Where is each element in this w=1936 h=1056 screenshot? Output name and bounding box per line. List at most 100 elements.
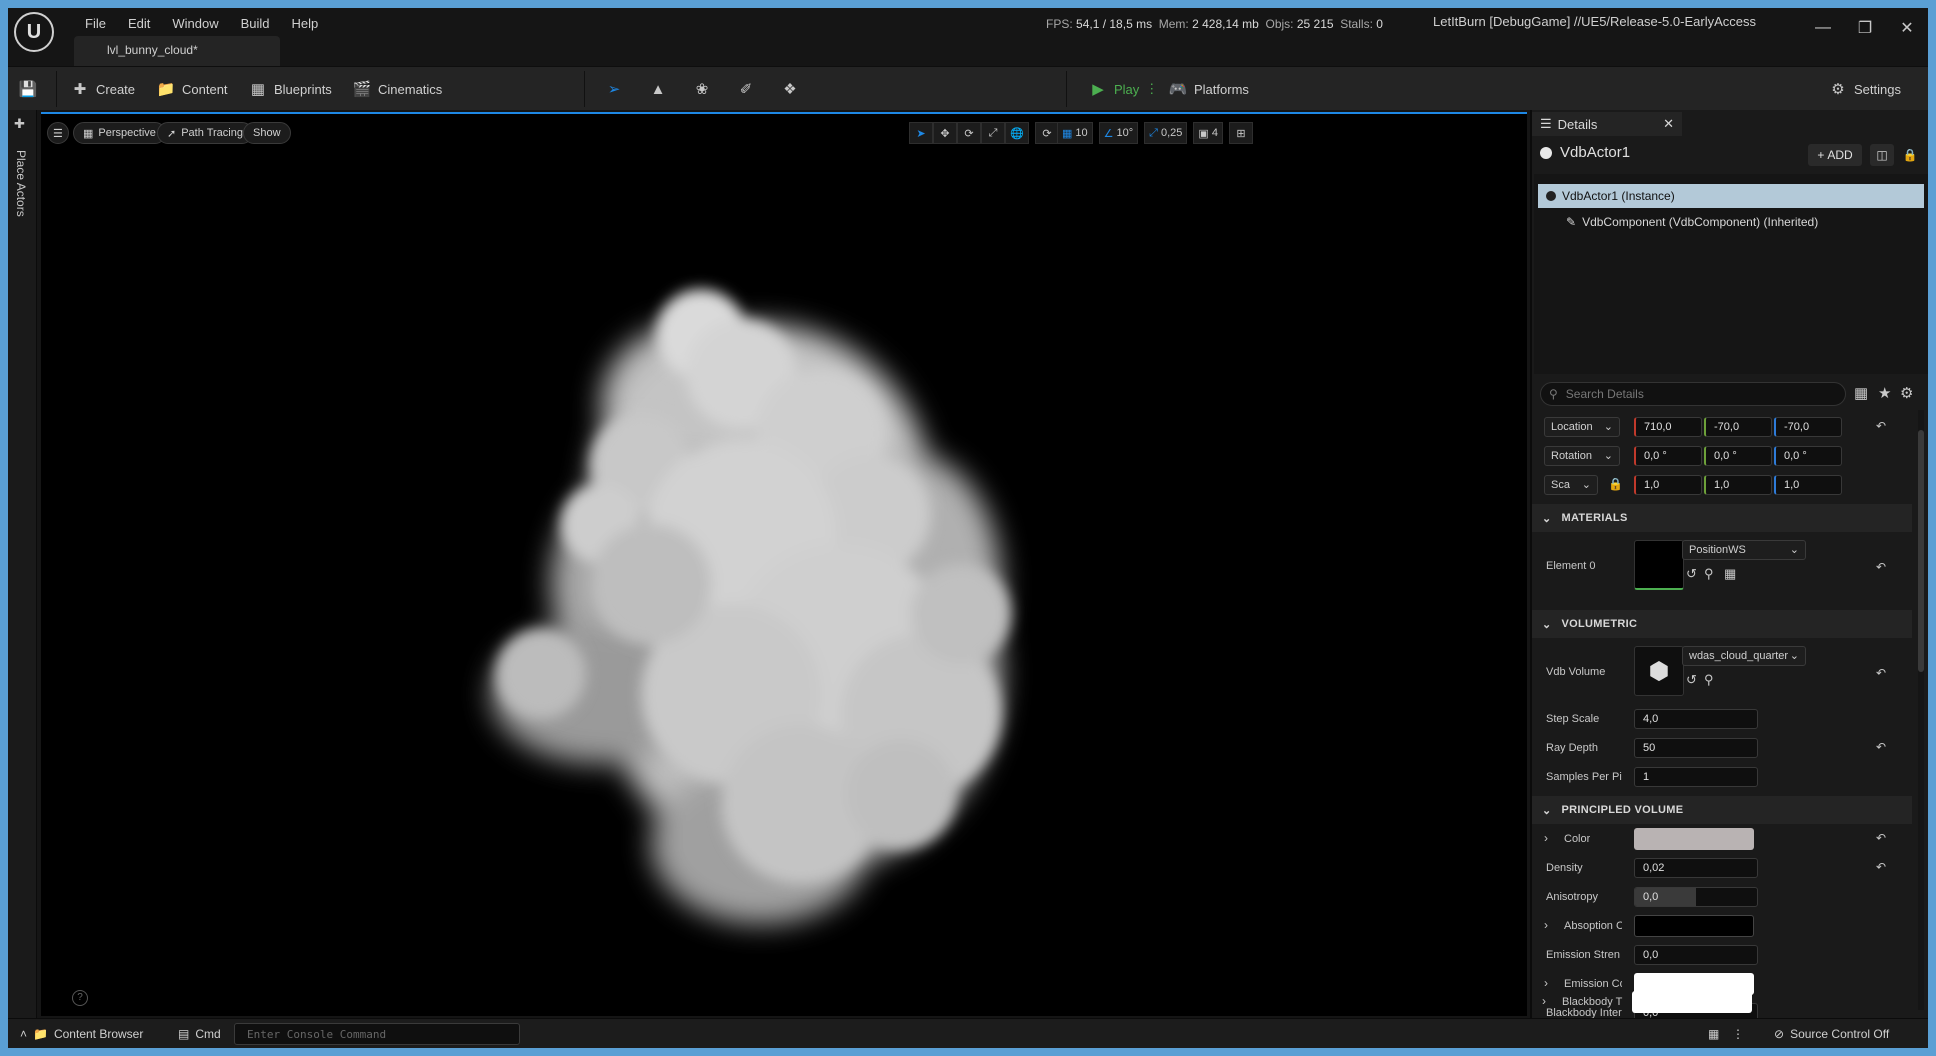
materials-section-header[interactable]: ⌄ MATERIALS: [1532, 504, 1912, 532]
cinematics-button[interactable]: 🎬 Cinematics: [352, 67, 443, 111]
principled-volume-section-header[interactable]: ⌄ PRINCIPLED VOLUME: [1532, 796, 1912, 824]
content-button[interactable]: 📁 Content: [156, 67, 228, 111]
favorite-star-icon[interactable]: ★: [1878, 384, 1891, 402]
rotation-z-field[interactable]: 0,0 °: [1774, 446, 1842, 466]
menu-window[interactable]: Window: [161, 12, 229, 35]
console-command-input[interactable]: Enter Console Command: [234, 1023, 520, 1045]
level-tab[interactable]: lvl_bunny_cloud*: [74, 36, 280, 66]
details-scrollbar[interactable]: [1918, 410, 1924, 1010]
rotation-x-field[interactable]: 0,0 °: [1634, 446, 1702, 466]
close-icon[interactable]: ✕: [1886, 8, 1928, 48]
close-tab-icon[interactable]: ✕: [1663, 116, 1674, 132]
path-tracing-button[interactable]: ➚ Path Tracing: [157, 122, 253, 144]
play-options-icon[interactable]: ⋮: [1145, 81, 1158, 97]
restore-icon[interactable]: ❐: [1844, 8, 1886, 48]
blueprint-convert-button[interactable]: ◫: [1870, 144, 1894, 166]
use-selected-icon[interactable]: ↺: [1686, 672, 1697, 688]
lock-button[interactable]: 🔒: [1898, 144, 1922, 166]
tree-item-vdb-component[interactable]: ✎ VdbComponent (VdbComponent) (Inherited…: [1538, 210, 1924, 234]
scale-tool-icon[interactable]: ⤢: [981, 122, 1005, 144]
mesh-paint-mode-button[interactable]: ✐: [736, 67, 756, 111]
landscape-mode-button[interactable]: ▲: [648, 67, 668, 111]
blackbody-tint-swatch[interactable]: [1632, 991, 1752, 1013]
viewport-menu-button[interactable]: ☰: [47, 122, 69, 144]
location-z-field[interactable]: -70,0: [1774, 417, 1842, 437]
reset-arrow-icon[interactable]: ↶: [1876, 560, 1886, 574]
search-details-input[interactable]: ⚲ Search Details: [1540, 382, 1846, 406]
scale-snap-toggle[interactable]: ⤢ 0,25: [1144, 122, 1188, 144]
menu-edit[interactable]: Edit: [117, 12, 161, 35]
chevron-right-icon[interactable]: ›: [1544, 831, 1548, 845]
rotation-dropdown[interactable]: Rotation ⌄: [1544, 446, 1620, 466]
settings-button[interactable]: ⚙ Settings: [1828, 67, 1901, 111]
grid-snap-toggle[interactable]: ▦ 10: [1057, 122, 1093, 144]
scale-dropdown[interactable]: Sca ⌄: [1544, 475, 1598, 495]
material-thumbnail[interactable]: [1634, 540, 1684, 590]
vdb-volume-dropdown[interactable]: wdas_cloud_quarter ⌄: [1682, 646, 1806, 666]
emission-strength-field[interactable]: 0,0: [1634, 945, 1758, 965]
details-tab[interactable]: ☰ Details ✕: [1532, 112, 1682, 136]
translate-tool-icon[interactable]: ✥: [933, 122, 957, 144]
browse-search-icon[interactable]: ⚲: [1704, 672, 1714, 688]
material-dropdown[interactable]: PositionWS ⌄: [1682, 540, 1806, 560]
material-options-icon[interactable]: ▦: [1724, 566, 1736, 582]
foliage-mode-button[interactable]: ❀: [692, 67, 712, 111]
samples-field[interactable]: 1: [1634, 767, 1758, 787]
cmd-button[interactable]: ▤ Cmd: [178, 1019, 221, 1048]
rotate-tool-icon[interactable]: ⟳: [957, 122, 981, 144]
unreal-logo-icon[interactable]: U: [14, 12, 54, 52]
show-button[interactable]: Show: [243, 122, 291, 144]
use-selected-icon[interactable]: ↺: [1686, 566, 1697, 582]
reset-arrow-icon[interactable]: ↶: [1876, 860, 1886, 874]
play-button[interactable]: ▶ Play ⋮: [1088, 67, 1158, 111]
blueprints-button[interactable]: ▦ Blueprints: [248, 67, 332, 111]
derived-data-button[interactable]: ▦: [1708, 1019, 1719, 1048]
place-actors-tab[interactable]: Place Actors: [14, 150, 28, 217]
level-viewport[interactable]: ☰ ▦ Perspective ➚ Path Tracing Show ➤ ✥ ⟳ …: [41, 112, 1527, 1016]
rotation-snap-toggle[interactable]: ∠ 10°: [1098, 122, 1139, 144]
add-component-button[interactable]: + ADD: [1808, 144, 1862, 166]
menu-file[interactable]: File: [74, 12, 117, 35]
perspective-button[interactable]: ▦ Perspective: [73, 122, 166, 144]
menu-help[interactable]: Help: [281, 12, 330, 35]
reset-arrow-icon[interactable]: ↶: [1876, 666, 1886, 680]
anisotropy-slider[interactable]: 0,0: [1634, 887, 1758, 907]
chevron-right-icon[interactable]: ›: [1544, 918, 1548, 932]
minimize-icon[interactable]: —: [1802, 8, 1844, 48]
platforms-button[interactable]: 🎮 Platforms: [1168, 67, 1249, 111]
select-tool-icon[interactable]: ➤: [909, 122, 933, 144]
step-scale-field[interactable]: 4,0: [1634, 709, 1758, 729]
help-icon[interactable]: ?: [72, 990, 88, 1006]
fracture-mode-button[interactable]: ❖: [780, 67, 800, 111]
gear-icon[interactable]: ⚙: [1900, 384, 1913, 402]
source-control-button[interactable]: ⊘ Source Control Off: [1774, 1019, 1889, 1048]
reset-arrow-icon[interactable]: ↶: [1876, 740, 1886, 754]
scrollbar-thumb[interactable]: [1918, 430, 1924, 672]
tree-item-instance[interactable]: VdbActor1 (Instance): [1538, 184, 1924, 208]
chevron-right-icon[interactable]: ›: [1542, 994, 1546, 1008]
menu-build[interactable]: Build: [230, 12, 281, 35]
scale-lock-icon[interactable]: 🔒: [1608, 477, 1623, 491]
world-space-icon[interactable]: 🌐: [1005, 122, 1029, 144]
camera-speed-button[interactable]: ▣ 4: [1193, 122, 1223, 144]
place-actors-icon[interactable]: ✚: [14, 116, 25, 132]
reset-arrow-icon[interactable]: ↶: [1876, 419, 1886, 433]
absorption-swatch[interactable]: [1634, 915, 1754, 937]
scale-y-field[interactable]: 1,0: [1704, 475, 1772, 495]
table-view-icon[interactable]: ▦: [1854, 384, 1868, 402]
location-y-field[interactable]: -70,0: [1704, 417, 1772, 437]
surface-snap-icon[interactable]: ⟳: [1035, 122, 1059, 144]
status-options-button[interactable]: ⋮: [1732, 1019, 1744, 1048]
scale-z-field[interactable]: 1,0: [1774, 475, 1842, 495]
location-x-field[interactable]: 710,0: [1634, 417, 1702, 437]
select-mode-button[interactable]: ➢: [604, 67, 624, 111]
chevron-right-icon[interactable]: ›: [1544, 976, 1548, 990]
content-browser-button[interactable]: ˄ 📁 Content Browser: [20, 1019, 143, 1048]
viewport-layout-icon[interactable]: ⊞: [1228, 122, 1253, 144]
density-field[interactable]: 0,02: [1634, 858, 1758, 878]
scale-x-field[interactable]: 1,0: [1634, 475, 1702, 495]
ray-depth-field[interactable]: 50: [1634, 738, 1758, 758]
save-button[interactable]: 💾: [18, 67, 38, 111]
location-dropdown[interactable]: Location ⌄: [1544, 417, 1620, 437]
browse-search-icon[interactable]: ⚲: [1704, 566, 1714, 582]
